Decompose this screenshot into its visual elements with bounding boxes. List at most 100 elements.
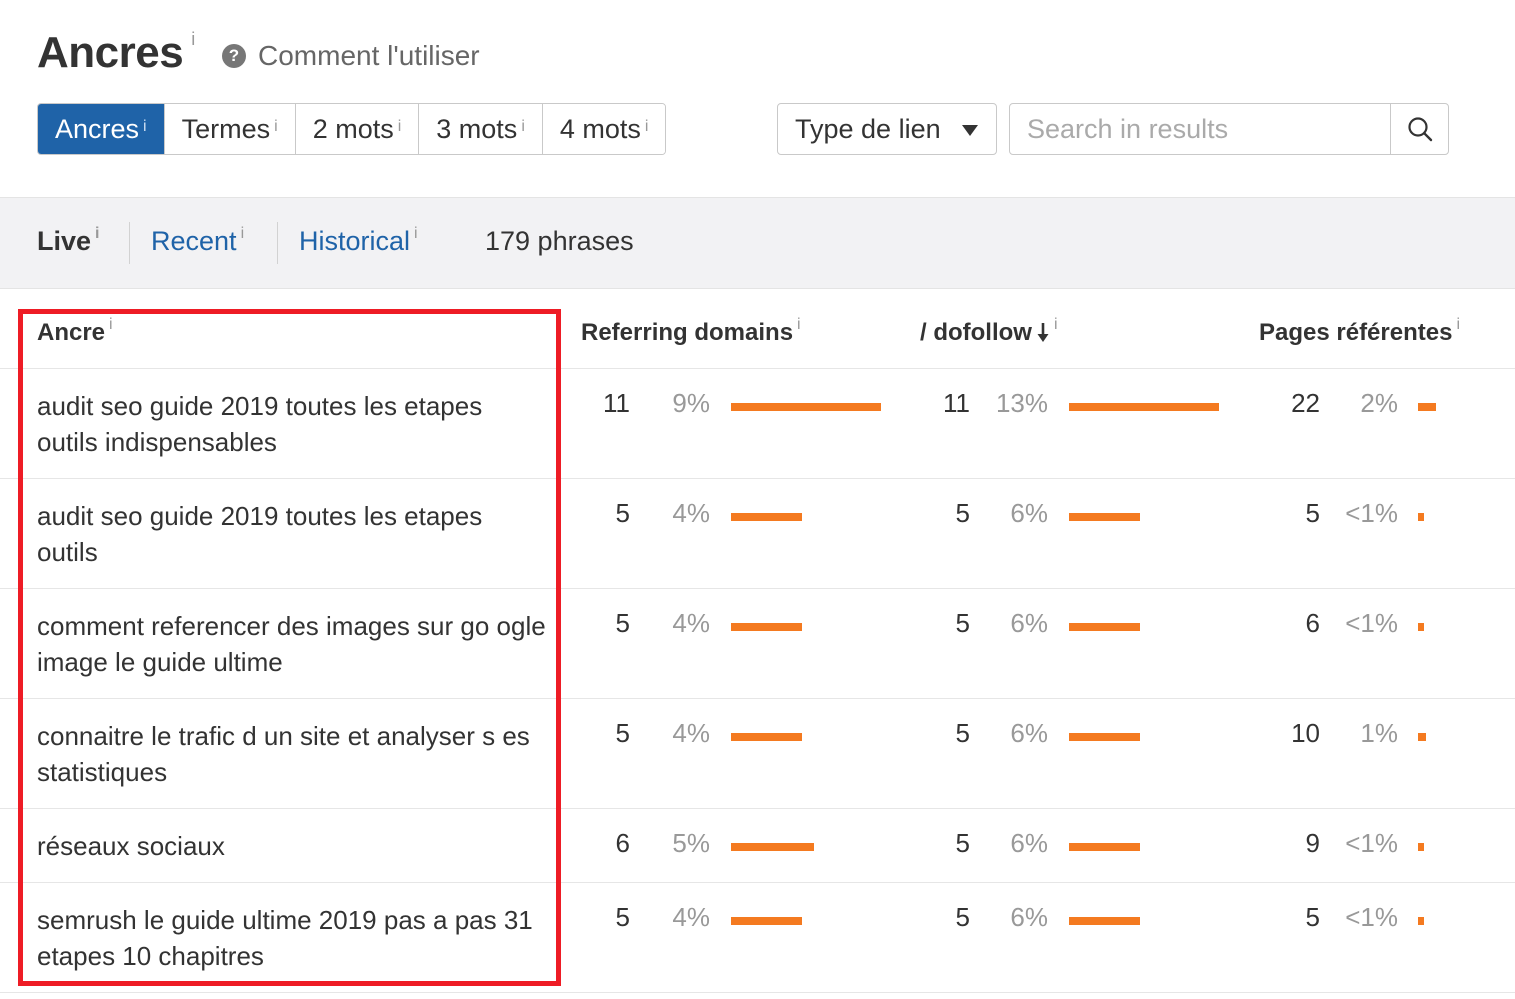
rd-value[interactable]: 5 <box>616 718 630 749</box>
anchor-tabs: Ancres i Termes i 2 mots i 3 mots i 4 mots i <box>37 103 667 155</box>
how-to-use-link[interactable]: ? Comment l'utiliser <box>222 40 480 72</box>
rp-value[interactable]: 10 <box>1291 718 1320 749</box>
info-icon: i <box>109 316 113 333</box>
mode-live[interactable]: Live i <box>37 225 100 257</box>
rp-percent: 2% <box>1360 388 1398 418</box>
rp-value[interactable]: 9 <box>1306 828 1320 859</box>
title-info-icon[interactable]: i <box>191 29 195 49</box>
divider <box>0 992 1515 993</box>
info-icon: i <box>397 118 402 135</box>
mode-recent[interactable]: Recent i <box>151 225 245 257</box>
rd-value[interactable]: 5 <box>616 608 630 639</box>
rd-value[interactable]: 5 <box>616 902 630 933</box>
df-value[interactable]: 11 <box>943 388 970 419</box>
phrase-count: 179 phrases <box>485 226 634 256</box>
rd-percent: 4% <box>672 902 710 932</box>
info-icon: i <box>240 225 245 242</box>
column-header-referring-domains[interactable]: Referring domains i <box>581 316 801 347</box>
anchor-text: comment referencer des images sur go ogl… <box>37 611 546 677</box>
info-icon: i <box>644 118 649 135</box>
rp-value[interactable]: 5 <box>1306 498 1320 529</box>
info-icon: i <box>521 118 525 135</box>
df-percent: 6% <box>1010 902 1048 932</box>
rp-bar <box>1418 623 1424 631</box>
rp-percent: <1% <box>1345 828 1398 858</box>
rp-bar <box>1418 403 1436 411</box>
info-icon: i <box>797 316 801 333</box>
search-icon <box>1407 117 1432 142</box>
df-value[interactable]: 5 <box>956 828 970 859</box>
rp-percent: <1% <box>1345 608 1398 638</box>
divider <box>0 368 1515 369</box>
rd-bar <box>731 733 802 741</box>
rd-bar <box>731 513 802 521</box>
info-icon: i <box>143 118 147 135</box>
df-percent: 6% <box>1010 608 1048 638</box>
rp-percent: 1% <box>1360 718 1398 748</box>
df-percent: 6% <box>1010 498 1048 528</box>
rd-bar <box>731 917 802 925</box>
link-type-dropdown[interactable]: Type de lien <box>777 103 997 155</box>
divider <box>0 698 1515 699</box>
divider <box>277 222 278 264</box>
page-title: Ancres i <box>37 28 195 77</box>
tab-2-mots[interactable]: 2 mots i <box>295 104 420 154</box>
df-percent: 13% <box>995 388 1048 418</box>
tab-3-mots[interactable]: 3 mots i <box>419 104 543 154</box>
column-header-referring-pages[interactable]: Pages référentes i <box>1259 316 1461 347</box>
sort-down-arrow-icon <box>1037 323 1049 342</box>
rp-value[interactable]: 22 <box>1291 388 1320 419</box>
df-bar <box>1069 513 1140 521</box>
divider <box>129 222 130 264</box>
search-box <box>1009 103 1449 155</box>
how-to-use-label: Comment l'utiliser <box>258 40 480 71</box>
tab-4-mots[interactable]: 4 mots i <box>542 104 666 154</box>
tab-termes[interactable]: Termes i <box>164 104 296 154</box>
df-value[interactable]: 5 <box>956 718 970 749</box>
anchor-text: audit seo guide 2019 toutes les etapes o… <box>37 501 483 567</box>
df-bar <box>1069 733 1140 741</box>
rd-percent: 4% <box>672 718 710 748</box>
info-icon: i <box>95 225 100 242</box>
anchor-text: audit seo guide 2019 toutes les etapes o… <box>37 391 483 457</box>
df-value[interactable]: 5 <box>956 498 970 529</box>
rp-bar <box>1418 733 1426 741</box>
info-icon: i <box>1053 316 1058 333</box>
rd-value[interactable]: 11 <box>603 388 630 419</box>
rd-percent: 4% <box>672 498 710 528</box>
df-value[interactable]: 5 <box>956 902 970 933</box>
divider <box>0 478 1515 479</box>
caret-down-icon <box>962 125 978 136</box>
rp-percent: <1% <box>1345 498 1398 528</box>
info-icon: i <box>1456 316 1461 333</box>
df-percent: 6% <box>1010 828 1048 858</box>
search-input[interactable] <box>1010 104 1390 154</box>
tab-ancres[interactable]: Ancres i <box>38 104 165 154</box>
rp-value[interactable]: 6 <box>1306 608 1320 639</box>
df-percent: 6% <box>1010 718 1048 748</box>
rd-value[interactable]: 5 <box>616 498 630 529</box>
column-header-dofollow[interactable]: / dofollow i <box>920 316 1058 347</box>
rd-percent: 9% <box>672 388 710 418</box>
anchor-text: connaitre le trafic d un site et analyse… <box>37 721 530 787</box>
rp-value[interactable]: 5 <box>1306 902 1320 933</box>
df-bar <box>1069 917 1140 925</box>
link-type-label: Type de lien <box>795 113 941 144</box>
df-bar <box>1069 843 1140 851</box>
rp-bar <box>1418 843 1424 851</box>
info-icon: i <box>274 118 278 135</box>
anchor-text: réseaux sociaux <box>37 831 225 861</box>
df-value[interactable]: 5 <box>956 608 970 639</box>
rd-value[interactable]: 6 <box>616 828 630 859</box>
divider <box>0 588 1515 589</box>
divider <box>0 808 1515 809</box>
df-bar <box>1069 403 1219 411</box>
divider <box>0 882 1515 883</box>
df-bar <box>1069 623 1140 631</box>
mode-historical[interactable]: Historical i <box>299 225 418 257</box>
rd-bar <box>731 403 881 411</box>
search-button[interactable] <box>1390 104 1448 154</box>
column-header-anchor[interactable]: Ancre i <box>37 316 113 347</box>
rd-bar <box>731 843 814 851</box>
rd-percent: 4% <box>672 608 710 638</box>
